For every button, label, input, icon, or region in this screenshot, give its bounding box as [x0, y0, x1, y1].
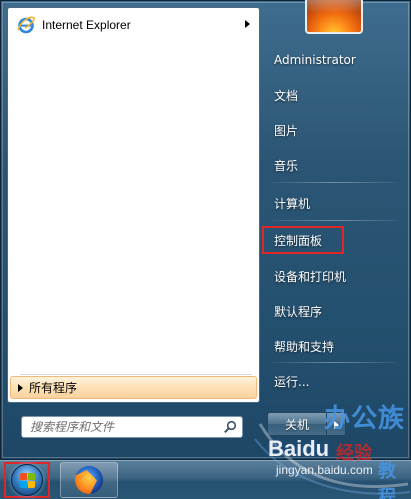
pinned-item-label: Internet Explorer — [42, 18, 131, 32]
right-item-default-programs[interactable]: 默认程序 — [266, 296, 402, 326]
divider — [20, 374, 252, 375]
firefox-icon — [75, 466, 103, 494]
search-icon[interactable] — [223, 420, 237, 434]
right-item-label: 计算机 — [274, 196, 311, 211]
user-name-label: Administrator — [274, 53, 356, 67]
right-item-pictures[interactable]: 图片 — [266, 115, 402, 145]
right-item-label: 控制面板 — [274, 233, 323, 248]
shutdown-label: 关机 — [284, 417, 309, 432]
right-item-computer[interactable]: 计算机 — [266, 188, 402, 218]
right-item-label: 帮助和支持 — [274, 339, 335, 354]
right-item-label: 运行... — [274, 374, 310, 389]
watermark-url: jingyan.baidu.com — [276, 463, 373, 477]
right-item-label: 设备和打印机 — [274, 269, 347, 284]
watermark-baidu: Baidu — [268, 436, 330, 461]
user-picture[interactable] — [305, 0, 363, 34]
pinned-item-internet-explorer[interactable]: Internet Explorer — [11, 11, 256, 39]
right-item-label: 图片 — [274, 123, 299, 138]
all-programs-label: 所有程序 — [29, 381, 78, 395]
start-button[interactable] — [4, 462, 50, 498]
windows-orb-icon — [11, 464, 43, 496]
right-divider — [272, 220, 398, 221]
right-item-label: 默认程序 — [274, 304, 323, 319]
right-item-documents[interactable]: 文档 — [266, 80, 402, 110]
search-box — [21, 416, 243, 438]
search-input[interactable] — [30, 418, 220, 436]
arrow-right-icon — [18, 383, 23, 392]
watermark-site: 办公族 — [324, 404, 406, 434]
right-item-user[interactable]: Administrator — [266, 45, 402, 75]
right-item-run[interactable]: 运行... — [266, 366, 402, 396]
right-item-label: 文档 — [274, 88, 299, 103]
shutdown-button[interactable]: 关机 — [267, 412, 327, 436]
internet-explorer-icon — [16, 15, 36, 35]
watermark-tutorial: 教程 — [378, 461, 396, 499]
right-item-devices-printers[interactable]: 设备和打印机 — [266, 261, 402, 291]
right-item-label: 音乐 — [274, 158, 299, 173]
taskbar-app-firefox[interactable] — [60, 462, 118, 498]
submenu-arrow-icon[interactable] — [245, 20, 250, 28]
start-menu-programs-panel: Internet Explorer — [7, 7, 260, 403]
watermark-jingyan: 经验 — [336, 443, 372, 464]
right-item-control-panel[interactable]: 控制面板 — [262, 226, 344, 254]
right-divider — [272, 362, 398, 363]
right-divider — [272, 182, 398, 183]
right-item-music[interactable]: 音乐 — [266, 150, 402, 180]
all-programs-button[interactable]: 所有程序 — [10, 376, 257, 399]
windows-logo-icon — [20, 473, 36, 489]
right-item-help-support[interactable]: 帮助和支持 — [266, 331, 402, 361]
